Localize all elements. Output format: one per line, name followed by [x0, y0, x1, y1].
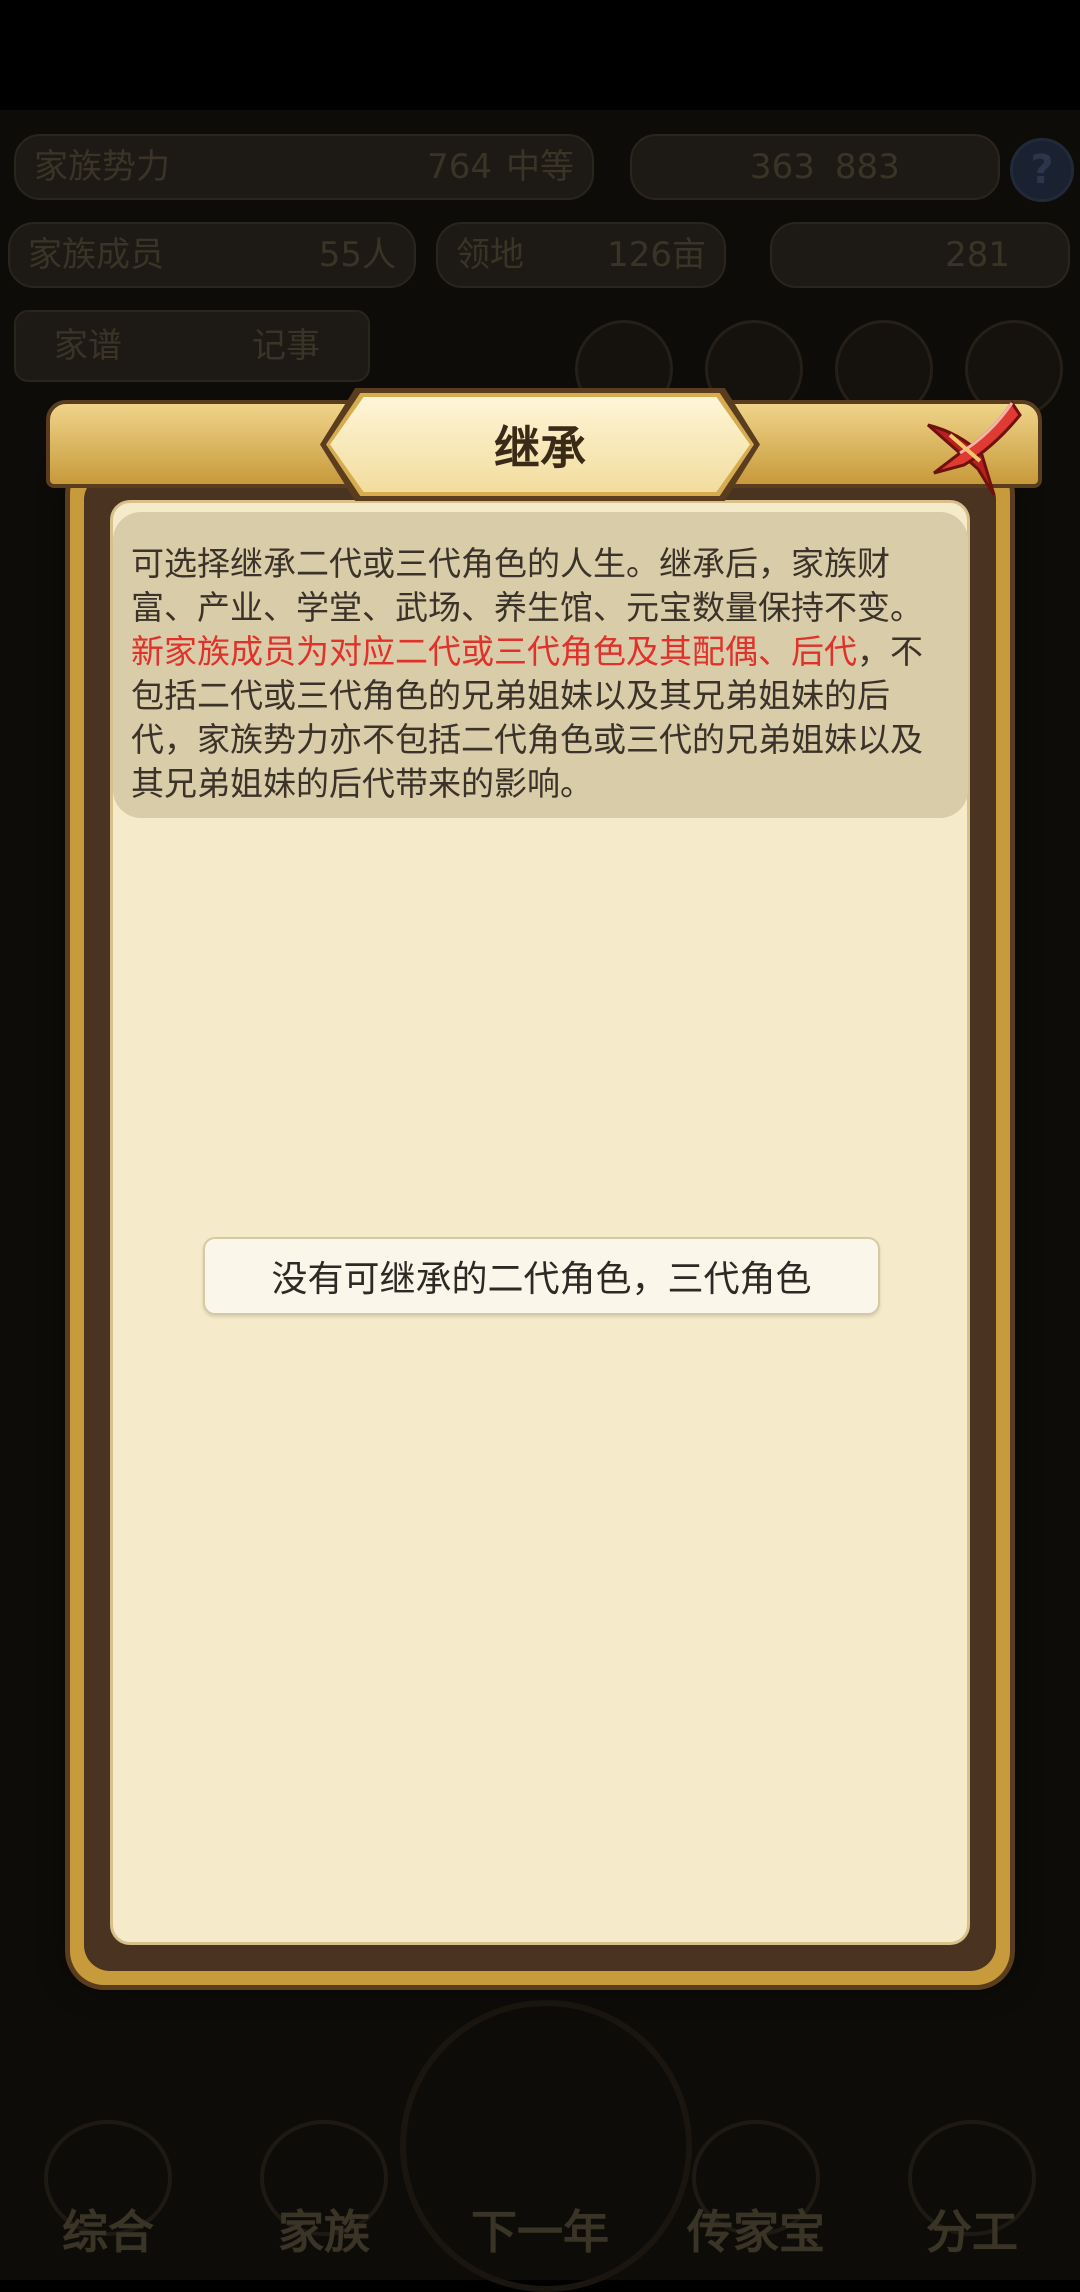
family-power-value: 764 [427, 147, 492, 187]
family-members-value: 55人 [318, 235, 396, 275]
nav-label: 下一年 [471, 2205, 609, 2259]
nav-item-overview[interactable]: 综合 [0, 2120, 216, 2280]
nav-label: 传家宝 [687, 2205, 825, 2259]
land-value: 126亩 [607, 235, 706, 275]
description-box: 可选择继承二代或三代角色的人生。继承后，家族财富、产业、学堂、武场、养生馆、元宝… [113, 512, 968, 818]
help-button[interactable]: ? [1010, 138, 1074, 202]
description-highlight: 新家族成员为对应二代或三代角色及其配偶、后代 [131, 632, 857, 671]
nav-item-next-year[interactable]: 下一年 [432, 2120, 648, 2280]
resource-left-value: 363 [750, 147, 815, 187]
land-label: 领地 [456, 235, 524, 275]
nav-item-heirloom[interactable]: 传家宝 [648, 2120, 864, 2280]
nav-item-division[interactable]: 分工 [864, 2120, 1080, 2280]
close-button[interactable] [920, 395, 1030, 505]
resource-right-value: 883 [834, 147, 900, 187]
gold-bar[interactable]: 281 [770, 222, 1070, 288]
family-power-label: 家族势力 [34, 147, 170, 187]
nav-label: 家族 [278, 2205, 370, 2259]
genealogy-tabs[interactable]: 家谱 记事 [14, 310, 370, 382]
records-tab[interactable]: 记事 [252, 329, 320, 363]
gold-value: 281 [945, 235, 1010, 275]
status-bar-area [0, 0, 1080, 110]
empty-state-message: 没有可继承的二代角色，三代角色 [203, 1237, 880, 1315]
description-text: 可选择继承二代或三代角色的人生。继承后，家族财富、产业、学堂、武场、养生馆、元宝… [131, 542, 946, 806]
family-power-bar[interactable]: 家族势力 764 中等 [14, 134, 594, 200]
close-icon [927, 400, 1022, 496]
genealogy-tab[interactable]: 家谱 [54, 329, 122, 363]
land-bar[interactable]: 领地 126亩 [436, 222, 726, 288]
nav-label: 综合 [62, 2205, 154, 2259]
bottom-navigation: 综合 家族 下一年 传家宝 分工 [0, 2120, 1080, 2280]
family-power-badge: 中等 [506, 147, 574, 187]
dialog-title: 继承 [494, 420, 586, 475]
family-members-bar[interactable]: 家族成员 55人 [8, 222, 416, 288]
family-members-label: 家族成员 [28, 235, 164, 275]
description-part-1: 可选择继承二代或三代角色的人生。继承后，家族财富、产业、学堂、武场、养生馆、元宝… [131, 544, 923, 627]
resource-bar[interactable]: 363 883 [630, 134, 1000, 200]
nav-item-family[interactable]: 家族 [216, 2120, 432, 2280]
nav-label: 分工 [926, 2205, 1018, 2259]
